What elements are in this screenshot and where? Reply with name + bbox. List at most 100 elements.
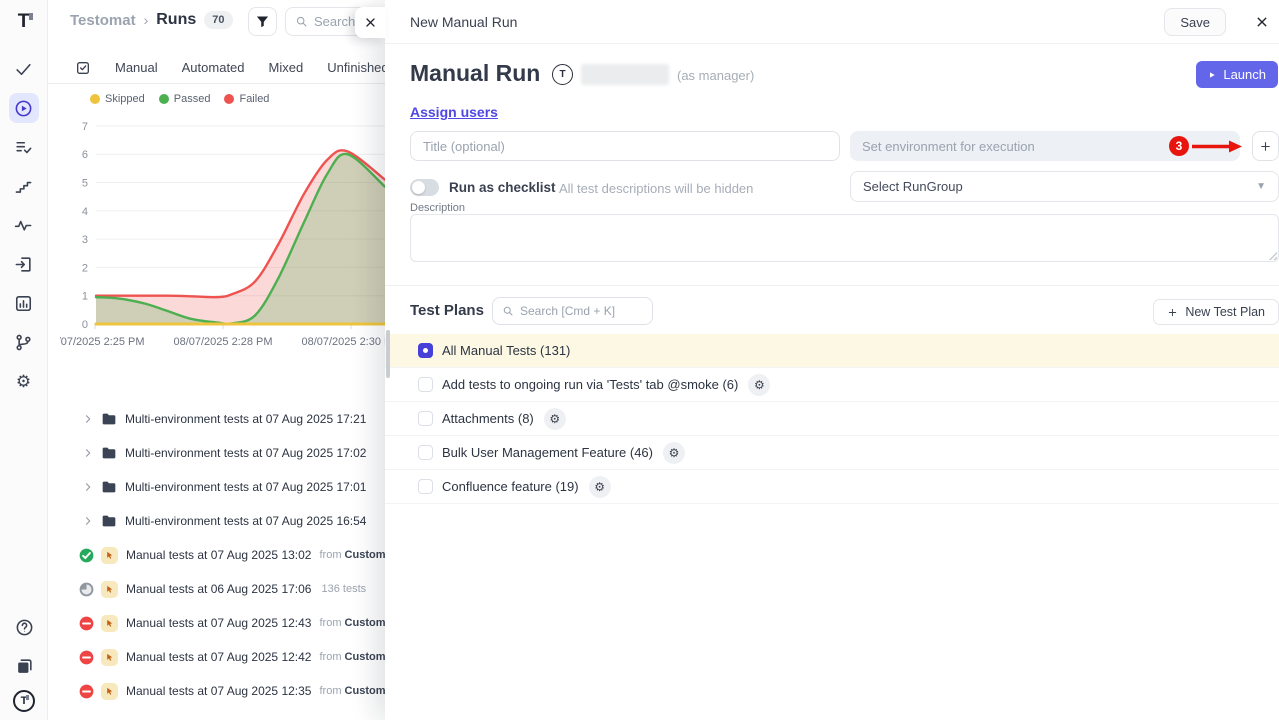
app-logo[interactable]: T [0,0,47,44]
legend-item-skipped[interactable]: Skipped [90,93,145,105]
chart-x-axis: 08/07/2025 2:25 PM 08/07/2025 2:28 PM 08/0… [60,336,385,350]
plus-icon [1167,307,1178,318]
status-failed-icon [79,684,94,699]
svg-text:2: 2 [82,262,88,274]
plan-checkbox[interactable] [418,411,433,426]
new-test-plan-button[interactable]: New Test Plan [1153,299,1279,325]
assign-users-link[interactable]: Assign users [410,104,498,120]
run-row[interactable]: Manual tests at 07 Aug 2025 12:43from Cu… [48,606,385,640]
checklist-hint: All test descriptions will be hidden [559,181,753,196]
scrollbar-thumb[interactable] [386,330,390,378]
funnel-icon [255,14,270,29]
runs-area-chart: 01234567 [60,108,385,338]
select-all-icon[interactable] [75,60,91,76]
icon-rail: T ⚙ T [0,0,48,720]
run-row[interactable]: Manual tests at 07 Aug 2025 13:02from Cu… [48,538,385,572]
status-failed-icon [79,650,94,665]
run-folder-row[interactable]: Multi-environment tests at 07 Aug 2025 1… [48,504,385,538]
status-in-progress-icon [79,582,94,597]
plan-settings-gear-icon[interactable]: ⚙ [589,476,611,498]
run-source: from Custom [319,685,385,697]
run-title-input[interactable] [410,131,840,161]
drawer-edge-close-button[interactable] [355,7,386,38]
runs-count-badge: 70 [204,11,232,29]
description-textarea[interactable] [410,214,1279,262]
run-label: Manual tests at 07 Aug 2025 12:43 [126,616,311,630]
tab-unfinished[interactable]: Unfinished [327,60,385,75]
breadcrumb-app[interactable]: Testomat [70,12,136,29]
test-plan-row[interactable]: Attachments (8)⚙ [385,402,1279,436]
test-plan-row[interactable]: Confluence feature (19) ⚙ [385,470,1279,504]
chevron-right-icon[interactable] [82,481,94,493]
sidebar-item-tasks-check-icon[interactable] [9,54,39,84]
test-plan-row[interactable]: All Manual Tests (131) [385,334,1279,368]
chevron-right-icon[interactable] [82,515,94,527]
sidebar-item-test-list-icon[interactable] [9,132,39,162]
sidebar-item-pulse-icon[interactable] [9,210,39,240]
sidebar-item-projects-icon[interactable] [9,651,39,681]
add-environment-button[interactable] [1252,131,1279,161]
run-folder-row[interactable]: Multi-environment tests at 07 Aug 2025 1… [48,402,385,436]
launch-button[interactable]: Launch [1196,61,1278,88]
x-tick-label: 08/07/2025 2:25 PM [60,336,150,348]
plan-label: Confluence feature (19) [442,479,579,494]
x-tick-label: 08/07/2025 2:30 PM [296,336,385,348]
sidebar-item-steps-icon[interactable] [9,171,39,201]
search-icon [502,305,514,317]
run-as-checklist-toggle[interactable] [410,179,439,196]
profile-avatar[interactable]: T [13,690,35,712]
sidebar-item-help-icon[interactable] [9,612,39,642]
chevron-right-icon[interactable] [82,413,94,425]
plan-label: All Manual Tests (131) [442,343,570,358]
chart-legend: Skipped Passed Failed [90,93,269,105]
folder-icon [101,411,117,427]
test-plan-row[interactable]: Bulk User Management Feature (46)⚙ [385,436,1279,470]
run-row[interactable]: Manual tests at 06 Aug 2025 17:06136 tes… [48,572,385,606]
sidebar-item-import-icon[interactable] [9,249,39,279]
test-plans-search-input[interactable] [520,304,638,318]
rungroup-select[interactable]: Select RunGroup ▼ [850,171,1279,202]
as-manager-label: (as manager) [677,68,754,83]
run-folder-row[interactable]: Multi-environment tests at 07 Aug 2025 1… [48,436,385,470]
folder-icon [101,513,117,529]
plan-checkbox[interactable] [418,479,433,494]
run-folder-row[interactable]: Multi-environment tests at 07 Aug 2025 1… [48,470,385,504]
run-row[interactable]: Manual tests at 07 Aug 2025 12:42from Cu… [48,640,385,674]
plan-settings-gear-icon[interactable]: ⚙ [663,442,685,464]
run-label: Manual tests at 06 Aug 2025 17:06 [126,582,311,596]
filter-button[interactable] [248,7,277,36]
tab-mixed[interactable]: Mixed [269,60,304,75]
sidebar-item-runs-play-icon[interactable] [9,93,39,123]
save-button[interactable]: Save [1164,8,1226,36]
manual-run-icon [101,581,118,598]
drawer-close-button[interactable] [1253,13,1271,31]
plan-checkbox[interactable] [418,343,433,358]
run-label: Multi-environment tests at 07 Aug 2025 1… [125,412,366,426]
plan-checkbox[interactable] [418,445,433,460]
sidebar-item-report-icon[interactable] [9,288,39,318]
run-row[interactable]: Manual tests at 07 Aug 2025 12:35from Cu… [48,674,385,708]
plan-settings-gear-icon[interactable]: ⚙ [544,408,566,430]
x-tick-label: 08/07/2025 2:28 PM [168,336,278,348]
plan-settings-gear-icon[interactable]: ⚙ [748,374,770,396]
page-title: Manual Run [410,60,540,87]
manual-run-icon [101,615,118,632]
chevron-right-icon[interactable] [82,447,94,459]
sidebar-item-settings-gear-icon[interactable]: ⚙ [9,366,39,396]
app-window: T ⚙ T Testomat › Runs 70 [0,0,1279,720]
plan-checkbox[interactable] [418,377,433,392]
annotation-arrow-icon [1190,140,1244,153]
tab-manual[interactable]: Manual [115,60,158,75]
sidebar-item-branch-icon[interactable] [9,327,39,357]
app-logo-letter: T [18,11,30,33]
drawer-header: New Manual Run Save [385,0,1279,44]
status-passed-icon [79,548,94,563]
breadcrumb-separator: › [144,12,149,28]
legend-item-passed[interactable]: Passed [159,93,211,105]
test-plan-row[interactable]: Add tests to ongoing run via 'Tests' tab… [385,368,1279,402]
test-plans-search[interactable] [492,297,653,325]
legend-item-failed[interactable]: Failed [224,93,269,105]
breadcrumb-page[interactable]: Runs [156,11,196,29]
tab-automated[interactable]: Automated [182,60,245,75]
plus-icon [1259,140,1272,153]
